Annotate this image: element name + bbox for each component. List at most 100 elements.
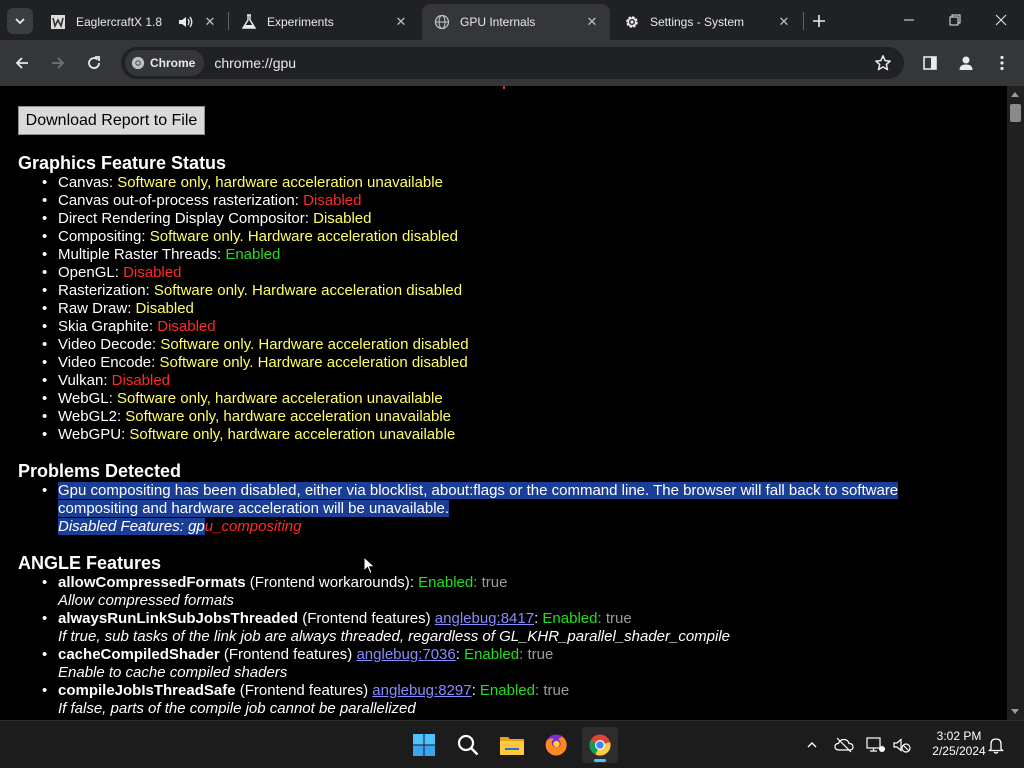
reload-icon bbox=[88, 56, 100, 69]
profile-button[interactable] bbox=[952, 49, 980, 77]
chevron-up-icon bbox=[807, 742, 817, 748]
problem-text: Gpu compositing has been disabled, eithe… bbox=[58, 482, 899, 517]
close-window-button[interactable] bbox=[978, 0, 1024, 40]
chrome-icon bbox=[589, 734, 611, 756]
tab-gpu-internals[interactable]: GPU Internals ✕ bbox=[422, 4, 610, 40]
feature-name: Video Decode bbox=[58, 336, 152, 353]
angle-feature-item: compileJobIsThreadSafe (Frontend feature… bbox=[40, 682, 970, 718]
feature-status: Disabled bbox=[157, 318, 216, 335]
forward-button[interactable] bbox=[44, 49, 72, 77]
url-text[interactable]: chrome://gpu bbox=[214, 55, 296, 71]
chrome-taskbar-button[interactable] bbox=[582, 727, 618, 763]
angle-feature-status: Enabled bbox=[479, 682, 535, 699]
feature-name: Compositing bbox=[58, 228, 142, 245]
disabled-features: Disabled Features: gpu_compositing bbox=[58, 518, 970, 536]
problem-item: Gpu compositing has been disabled, eithe… bbox=[40, 482, 970, 536]
feature-status: Enabled bbox=[225, 246, 281, 263]
network-tray-button[interactable] bbox=[864, 731, 888, 759]
feature-name: Canvas out-of-process rasterization bbox=[58, 192, 295, 209]
close-tab-icon[interactable]: ✕ bbox=[393, 14, 409, 30]
red-marker bbox=[503, 86, 505, 89]
arrow-left-icon bbox=[15, 57, 28, 69]
site-info-chip[interactable]: Chrome bbox=[125, 50, 205, 76]
scrollbar-thumb[interactable] bbox=[1010, 104, 1021, 122]
close-tab-icon[interactable]: ✕ bbox=[202, 14, 218, 30]
close-icon bbox=[995, 14, 1007, 26]
angle-feature-description: If true, sub tasks of the link job are a… bbox=[58, 628, 731, 645]
bell-icon bbox=[988, 738, 1004, 754]
angle-feature-name: compileJobIsThreadSafe bbox=[58, 682, 236, 699]
graphics-feature-status-heading: Graphics Feature Status bbox=[18, 153, 227, 173]
graphics-feature-status-list: Canvas: Software only, hardware accelera… bbox=[40, 174, 970, 444]
feature-item: Rasterization: Software only. Hardware a… bbox=[40, 282, 970, 300]
restore-button[interactable] bbox=[932, 0, 978, 40]
tab-settings-system[interactable]: Settings - System ✕ bbox=[612, 4, 802, 40]
anglebug-link[interactable]: anglebug:7036 bbox=[356, 646, 455, 663]
menu-button[interactable] bbox=[988, 49, 1016, 77]
start-button[interactable] bbox=[406, 727, 442, 763]
notifications-button[interactable] bbox=[984, 731, 1008, 759]
problems-list: Gpu compositing has been disabled, eithe… bbox=[40, 482, 970, 536]
feature-item: Canvas out-of-process rasterization: Dis… bbox=[40, 192, 970, 210]
feature-item: OpenGL: Disabled bbox=[40, 264, 970, 282]
tab-search-button[interactable] bbox=[7, 8, 33, 34]
angle-feature-description: If false, parts of the compile job canno… bbox=[58, 700, 416, 717]
angle-feature-status: Enabled bbox=[542, 610, 598, 627]
close-tab-icon[interactable]: ✕ bbox=[584, 14, 600, 30]
volume-tray-button[interactable] bbox=[890, 731, 914, 759]
feature-name: WebGPU bbox=[58, 426, 122, 443]
gear-icon bbox=[624, 14, 640, 30]
anglebug-link[interactable]: anglebug:8297 bbox=[372, 682, 471, 699]
feature-status: Software only, hardware acceleration una… bbox=[129, 426, 456, 443]
angle-feature-category: (Frontend features) bbox=[298, 610, 435, 627]
minimize-button[interactable] bbox=[886, 0, 932, 40]
onedrive-tray-button[interactable] bbox=[832, 731, 856, 759]
side-panel-icon bbox=[923, 56, 937, 70]
disabled-feature-selected: gp bbox=[188, 518, 205, 535]
angle-feature-description: Enable to cache compiled shaders bbox=[58, 664, 288, 681]
angle-feature-value: true bbox=[605, 610, 632, 627]
feature-name: Multiple Raster Threads bbox=[58, 246, 217, 263]
show-hidden-icons-button[interactable] bbox=[800, 731, 824, 759]
tab-title: EaglercraftX 1.8 bbox=[76, 15, 163, 29]
scroll-down-arrow-icon[interactable] bbox=[1011, 709, 1019, 714]
back-button[interactable] bbox=[8, 49, 36, 77]
flask-icon bbox=[241, 14, 257, 30]
feature-status: Disabled bbox=[303, 192, 362, 209]
angle-feature-value: true bbox=[481, 574, 508, 591]
taskbar-search-button[interactable] bbox=[450, 727, 486, 763]
feature-name: WebGL bbox=[58, 390, 109, 407]
tab-eaglercraft[interactable]: EaglercraftX 1.8 ✕ bbox=[38, 4, 228, 40]
angle-feature-category: (Frontend features) bbox=[219, 646, 357, 663]
speaker-icon[interactable] bbox=[178, 15, 194, 29]
scroll-up-arrow-icon[interactable] bbox=[1011, 92, 1019, 97]
feature-item: WebGL2: Software only, hardware accelera… bbox=[40, 408, 970, 426]
anglebug-link[interactable]: anglebug:8417 bbox=[435, 610, 534, 627]
eaglercraft-icon bbox=[50, 14, 66, 30]
tab-experiments[interactable]: Experiments ✕ bbox=[229, 4, 419, 40]
firefox-icon bbox=[545, 734, 567, 756]
reload-button[interactable] bbox=[80, 49, 108, 77]
bookmark-star-icon[interactable] bbox=[874, 54, 892, 77]
angle-feature-name: cacheCompiledShader bbox=[58, 646, 220, 663]
angle-features-list: allowCompressedFormats (Frontend workaro… bbox=[40, 574, 970, 718]
feature-status: Software only, hardware acceleration una… bbox=[116, 390, 443, 407]
network-icon bbox=[866, 737, 885, 752]
mouse-cursor-icon bbox=[363, 556, 376, 575]
file-explorer-button[interactable] bbox=[494, 727, 530, 763]
firefox-button[interactable] bbox=[538, 727, 574, 763]
address-bar[interactable]: Chrome chrome://gpu bbox=[121, 47, 904, 79]
feature-status: Software only, hardware acceleration una… bbox=[117, 174, 443, 191]
angle-features-heading: ANGLE Features bbox=[18, 553, 162, 573]
new-tab-button[interactable] bbox=[808, 10, 830, 32]
download-report-button[interactable]: Download Report to File bbox=[18, 106, 205, 135]
side-panel-button[interactable] bbox=[916, 49, 944, 77]
feature-item: Multiple Raster Threads: Enabled bbox=[40, 246, 970, 264]
page-scrollbar[interactable] bbox=[1007, 86, 1024, 720]
feature-item: Canvas: Software only, hardware accelera… bbox=[40, 174, 970, 192]
feature-status: Software only. Hardware acceleration dis… bbox=[160, 336, 469, 353]
close-tab-icon[interactable]: ✕ bbox=[776, 14, 792, 30]
profile-icon bbox=[959, 56, 973, 70]
angle-feature-category: (Frontend features) bbox=[235, 682, 373, 699]
kebab-menu-icon bbox=[1000, 55, 1004, 71]
